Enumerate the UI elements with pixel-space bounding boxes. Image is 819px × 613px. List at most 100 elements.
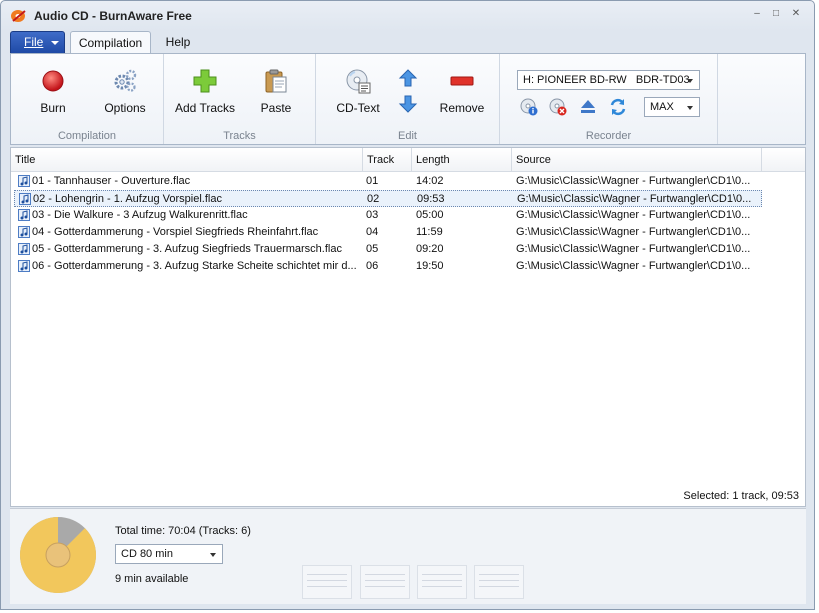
group-label-recorder: Recorder xyxy=(585,130,632,142)
cell-title: 03 - Die Walkure - 3 Aufzug Walkurenritt… xyxy=(32,209,248,221)
cell-source: G:\Music\Classic\Wagner - Furtwangler\CD… xyxy=(516,175,751,187)
thumbnail-preview xyxy=(417,565,467,599)
move-up-icon xyxy=(398,69,418,87)
cell-track: 06 xyxy=(366,260,379,272)
minimize-icon[interactable]: – xyxy=(749,7,765,21)
thumbnail-preview xyxy=(360,565,410,599)
drive-select-value: H: PIONEER BD-RW BDR-TD03 xyxy=(523,74,690,86)
refresh-button[interactable] xyxy=(608,97,628,117)
eject-button[interactable] xyxy=(578,97,598,117)
disc-hole xyxy=(45,542,71,568)
speed-select-value: MAX xyxy=(650,101,674,113)
total-time: Total time: 70:04 (Tracks: 6) xyxy=(115,525,251,537)
remove-button[interactable]: Remove xyxy=(430,60,494,120)
group-label-edit: Edit xyxy=(398,130,417,142)
available-space: 9 min available xyxy=(115,573,189,585)
options-label: Options xyxy=(104,101,146,115)
move-down-button[interactable] xyxy=(398,94,418,114)
cell-length: 05:00 xyxy=(416,209,444,221)
cd-text-icon xyxy=(346,69,371,94)
ribbon-tabs: File Compilation Help xyxy=(10,30,805,54)
tab-compilation[interactable]: Compilation xyxy=(70,31,151,54)
cell-source: G:\Music\Classic\Wagner - Furtwangler\CD… xyxy=(516,226,751,238)
group-edit: CD-Text Remove Edit xyxy=(316,54,500,144)
music-file-icon xyxy=(19,193,31,205)
speed-select[interactable]: MAX xyxy=(644,97,700,117)
title-bar: Audio CD - BurnAware Free – □ ✕ xyxy=(1,1,814,29)
table-row[interactable]: 05 - Gotterdammerung - 3. Aufzug Siegfri… xyxy=(14,241,762,258)
cell-title: 01 - Tannhauser - Ouverture.flac xyxy=(32,175,191,187)
cd-text-button[interactable]: CD-Text xyxy=(326,60,390,120)
chevron-down-icon xyxy=(51,41,59,45)
burn-label: Burn xyxy=(40,101,66,115)
group-label-compilation: Compilation xyxy=(57,130,117,142)
tab-help[interactable]: Help xyxy=(158,31,198,54)
list-header: Title Track Length Source xyxy=(11,148,805,172)
add-tracks-label: Add Tracks xyxy=(174,101,236,115)
maximize-icon[interactable]: □ xyxy=(768,7,784,21)
column-track[interactable]: Track xyxy=(363,148,412,172)
music-file-icon xyxy=(18,226,30,238)
track-list[interactable]: Title Track Length Source 01 - Tannhause… xyxy=(10,147,806,507)
burn-button[interactable]: Burn xyxy=(21,60,85,120)
cell-track: 02 xyxy=(367,193,380,205)
disc-info-button[interactable] xyxy=(519,97,539,117)
file-menu-button[interactable]: File xyxy=(10,31,65,54)
cell-title: 06 - Gotterdammerung - 3. Aufzug Starke … xyxy=(32,260,357,272)
window-title: Audio CD - BurnAware Free xyxy=(34,9,192,23)
ribbon: Burn Options Compilation Add Tracks Past… xyxy=(10,53,806,145)
group-compilation: Burn Options Compilation xyxy=(11,54,164,144)
options-button[interactable]: Options xyxy=(93,60,157,120)
table-row[interactable]: 01 - Tannhauser - Ouverture.flac 01 14:02 G… xyxy=(14,173,762,190)
cell-title: 04 - Gotterdammerung - Vorspiel Siegfrie… xyxy=(32,226,319,238)
column-length[interactable]: Length xyxy=(412,148,512,172)
group-tracks: Add Tracks Paste Tracks xyxy=(164,54,316,144)
cell-title: 05 - Gotterdammerung - 3. Aufzug Siegfri… xyxy=(32,243,342,255)
table-row[interactable]: 04 - Gotterdammerung - Vorspiel Siegfrie… xyxy=(14,224,762,241)
table-row[interactable]: 02 - Lohengrin - 1. Aufzug Vorspiel.flac… xyxy=(14,190,762,207)
cell-source: G:\Music\Classic\Wagner - Furtwangler\CD… xyxy=(516,209,751,221)
paste-icon xyxy=(265,69,287,93)
column-source[interactable]: Source xyxy=(512,148,762,172)
move-down-icon xyxy=(398,95,418,113)
chevron-down-icon xyxy=(210,553,216,557)
cd-text-label: CD-Text xyxy=(336,101,380,115)
cell-title: 02 - Lohengrin - 1. Aufzug Vorspiel.flac xyxy=(33,193,222,205)
refresh-icon xyxy=(610,98,626,116)
app-icon xyxy=(11,10,26,22)
app-window: Audio CD - BurnAware Free – □ ✕ File Com… xyxy=(0,0,815,610)
erase-icon xyxy=(549,98,567,116)
paste-label: Paste xyxy=(260,101,292,115)
music-file-icon xyxy=(18,243,30,255)
cell-length: 14:02 xyxy=(416,175,444,187)
cell-source: G:\Music\Classic\Wagner - Furtwangler\CD… xyxy=(517,193,752,205)
paste-button[interactable]: Paste xyxy=(244,60,308,120)
drive-select[interactable]: H: PIONEER BD-RW BDR-TD03 xyxy=(517,70,700,90)
file-menu-label: File xyxy=(24,35,44,49)
chevron-down-icon xyxy=(687,106,693,110)
chevron-down-icon xyxy=(687,79,693,83)
disc-type-select[interactable]: CD 80 min xyxy=(115,544,223,564)
column-title[interactable]: Title xyxy=(11,148,363,172)
table-row[interactable]: 06 - Gotterdammerung - 3. Aufzug Starke … xyxy=(14,258,762,275)
burn-icon xyxy=(42,70,64,92)
remove-label: Remove xyxy=(439,101,485,115)
thumbnail-preview xyxy=(302,565,352,599)
disc-info-icon xyxy=(520,98,538,116)
add-tracks-button[interactable]: Add Tracks xyxy=(172,60,238,120)
close-icon[interactable]: ✕ xyxy=(788,7,804,21)
selection-status: Selected: 1 track, 09:53 xyxy=(683,490,799,502)
table-row[interactable]: 03 - Die Walkure - 3 Aufzug Walkurenritt… xyxy=(14,207,762,224)
remove-icon xyxy=(450,76,474,86)
cell-track: 05 xyxy=(366,243,379,255)
move-up-button[interactable] xyxy=(398,68,418,88)
cell-source: G:\Music\Classic\Wagner - Furtwangler\CD… xyxy=(516,260,751,272)
eject-icon xyxy=(581,100,595,113)
cell-track: 03 xyxy=(366,209,379,221)
cell-track: 01 xyxy=(366,175,379,187)
disc-type-value: CD 80 min xyxy=(121,548,173,560)
music-file-icon xyxy=(18,175,30,187)
music-file-icon xyxy=(18,260,30,272)
erase-button[interactable] xyxy=(548,97,568,117)
disc-usage-chart xyxy=(19,517,96,593)
